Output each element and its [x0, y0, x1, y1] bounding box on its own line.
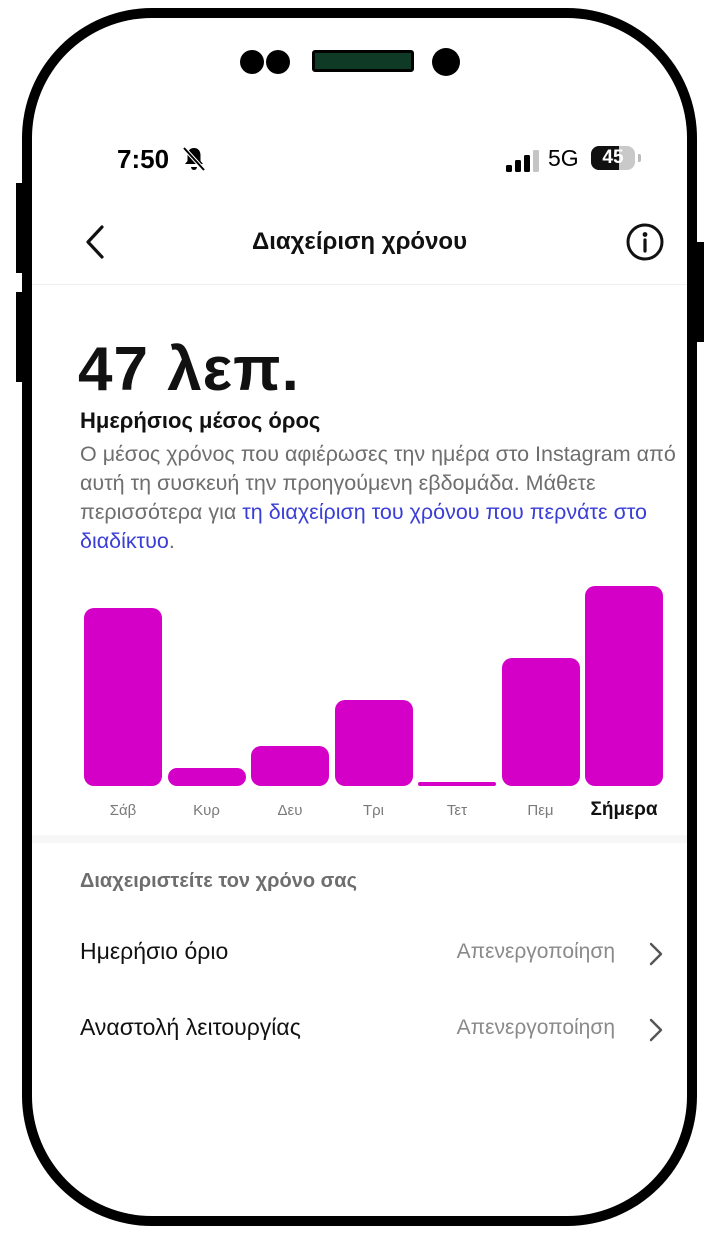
- weekly-usage-chart: Σάβ Κυρ Δευ Τρι Τετ Πεμ Σήμερα: [32, 558, 687, 820]
- chart-day-label: Τετ: [446, 802, 468, 819]
- status-time: 7:50: [117, 144, 170, 174]
- sleep-mode-value: Απενεργοποίηση: [456, 1016, 615, 1039]
- chart-day-label: Κυρ: [193, 802, 220, 819]
- daily-limit-label: Ημερήσιο όριο: [80, 938, 229, 964]
- battery-level: 45: [602, 147, 624, 168]
- battery-icon: 45: [591, 146, 635, 170]
- chart-day-label: Σάβ: [109, 802, 137, 819]
- phone-screen: 7:50 5G 45 Διαχείριση χρόνου 47 λεπ. Ημε…: [32, 18, 687, 1216]
- daily-limit-row[interactable]: Ημερήσιο όριο Απενεργοποίηση: [32, 924, 687, 984]
- chart-day-label: Δευ: [277, 802, 303, 819]
- notch-speaker: [312, 50, 414, 72]
- chart-day-label: Πεμ: [527, 802, 554, 819]
- chevron-right-icon: [649, 942, 663, 966]
- battery-tip: [638, 154, 641, 162]
- chart-bar[interactable]: [334, 700, 413, 786]
- sleep-mode-row[interactable]: Αναστολή λειτουργίας Απενεργοποίηση: [32, 1000, 687, 1060]
- info-circle-icon[interactable]: [625, 222, 665, 262]
- manage-time-heading: Διαχειριστείτε τον χρόνο σας: [80, 870, 357, 892]
- notch-dot: [266, 50, 290, 74]
- daily-limit-value: Απενεργοποίηση: [456, 940, 615, 963]
- chart-day-label: Σήμερα: [590, 799, 658, 820]
- section-separator: [32, 835, 687, 843]
- header-divider: [32, 284, 687, 285]
- notch-dot: [240, 50, 264, 74]
- chart-bar[interactable]: [418, 782, 496, 786]
- chevron-right-icon: [649, 1018, 663, 1042]
- bell-slash-icon: [182, 146, 206, 172]
- daily-average-description: Ο μέσος χρόνος που αφιέρωσες την ημέρα σ…: [80, 440, 680, 556]
- chart-bar[interactable]: [501, 658, 580, 786]
- top-nav: Διαχείριση χρόνου: [32, 208, 687, 278]
- chart-day-label: Τρι: [362, 802, 385, 819]
- daily-average-value: 47 λεπ.: [78, 335, 300, 404]
- chart-bar[interactable]: [585, 586, 663, 786]
- network-type: 5G: [548, 145, 579, 171]
- signal-bars-icon: [506, 150, 539, 172]
- front-camera: [432, 48, 460, 76]
- chart-bar[interactable]: [167, 768, 246, 786]
- sleep-mode-label: Αναστολή λειτουργίας: [80, 1014, 301, 1040]
- phone-frame: 7:50 5G 45 Διαχείριση χρόνου 47 λεπ. Ημε…: [22, 8, 697, 1226]
- daily-average-label: Ημερήσιος μέσος όρος: [80, 408, 321, 433]
- page-title: Διαχείριση χρόνου: [251, 228, 468, 255]
- chart-bar[interactable]: [251, 746, 329, 786]
- camera-notch: [32, 48, 687, 90]
- description-suffix: .: [168, 529, 175, 553]
- status-bar: 7:50 5G 45: [32, 138, 687, 178]
- chart-bar[interactable]: [84, 608, 162, 786]
